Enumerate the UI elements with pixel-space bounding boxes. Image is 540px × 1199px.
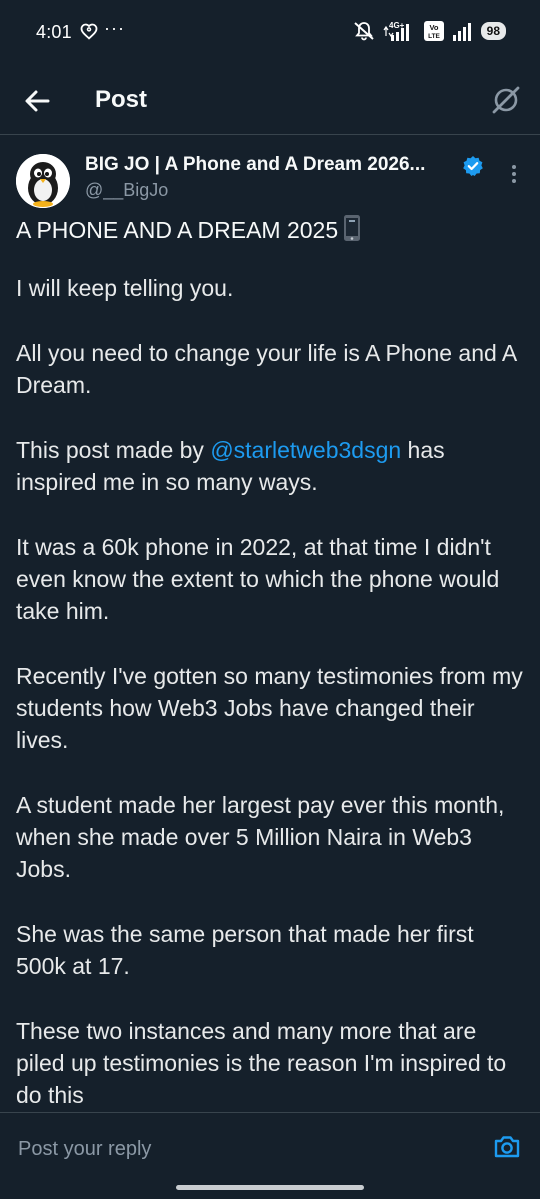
more-vertical-icon[interactable] — [502, 162, 526, 186]
svg-text:Vo: Vo — [429, 23, 438, 32]
signal-4g-icon: 4G+ — [383, 21, 409, 41]
post-paragraph: Recently I've gotten so many testimonies… — [16, 663, 523, 753]
heart-status-icon — [80, 23, 98, 40]
status-overflow-dots: ··· — [104, 18, 125, 38]
post-paragraph: I will keep telling you. — [16, 275, 234, 301]
mute-bell-icon — [353, 22, 374, 41]
mobile-phone-icon — [344, 215, 361, 241]
page-title: Post — [95, 86, 148, 113]
author-name[interactable]: BIG JO | A Phone and A Dream 2026... — [85, 154, 425, 176]
paragraph-text: This post made by — [16, 437, 211, 463]
reply-input[interactable] — [16, 1131, 460, 1167]
battery-indicator: 98 — [480, 22, 506, 40]
post-headline: A PHONE AND A DREAM 2025 — [16, 214, 526, 246]
post-paragraph-with-mention: This post made by @starletweb3dsgn has i… — [16, 434, 526, 498]
svg-text:LTE: LTE — [428, 33, 440, 40]
post-paragraph: It was a 60k phone in 2022, at that time… — [16, 534, 500, 624]
post-author-header: BIG JO | A Phone and A Dream 2026... @__… — [0, 148, 540, 218]
status-time: 4:01 — [36, 22, 72, 42]
penguin-avatar-icon — [16, 154, 70, 208]
post-paragraph: These two instances and many more that a… — [16, 1018, 507, 1108]
mention-link[interactable]: @starletweb3dsgn — [210, 437, 401, 463]
top-bar: Post — [0, 70, 540, 135]
post-headline-text: A PHONE AND A DREAM 2025 — [16, 217, 339, 243]
post-body: A PHONE AND A DREAM 2025 I will keep tel… — [16, 214, 526, 1112]
signal-bars-icon — [452, 23, 471, 41]
volte-icon: Vo LTE — [423, 21, 444, 41]
camera-icon[interactable] — [492, 1132, 522, 1162]
status-indicators: 4G+ Vo LTE 98 — [353, 20, 506, 42]
post-paragraph: She was the same person that made her fi… — [16, 921, 474, 979]
grok-icon[interactable] — [490, 84, 522, 116]
status-bar: 4:01 ··· 4G+ Vo LTE 98 — [0, 0, 540, 66]
verified-badge-icon — [463, 156, 483, 176]
post-screen: 4:01 ··· 4G+ Vo LTE 98 Post BIG JO | A P… — [0, 0, 540, 1199]
author-handle[interactable]: @__BigJo — [85, 180, 168, 201]
post-paragraph: All you need to change your life is A Ph… — [16, 340, 516, 398]
arrow-left-icon[interactable] — [20, 84, 54, 118]
home-indicator[interactable] — [176, 1185, 364, 1190]
reply-bar — [0, 1112, 540, 1183]
post-paragraph: A student made her largest pay ever this… — [16, 792, 505, 882]
avatar[interactable] — [16, 154, 70, 208]
